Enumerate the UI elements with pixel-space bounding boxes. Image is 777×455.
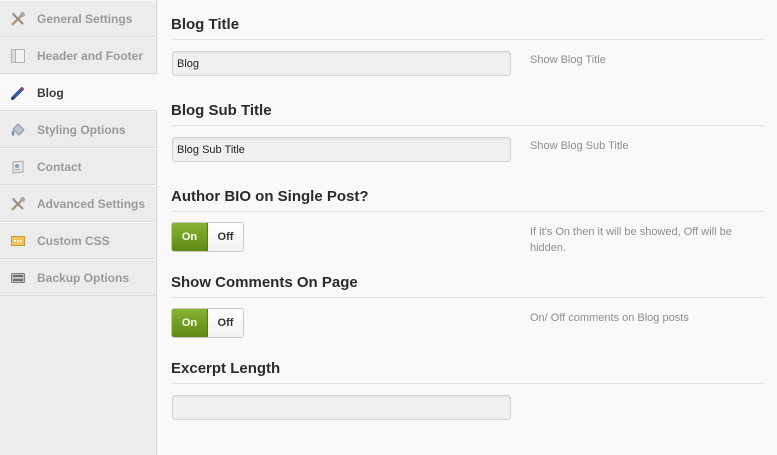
toggle-off-option[interactable]: Off	[208, 309, 243, 337]
settings-sidebar: General Settings Header and Footer Blog …	[0, 0, 157, 455]
sidebar-item-label: Custom CSS	[37, 233, 110, 248]
author-bio-toggle[interactable]: On Off	[171, 222, 244, 252]
css-file-icon	[10, 233, 26, 249]
author-bio-help: If it's On then it will be showed, Off w…	[530, 226, 732, 254]
sidebar-item-label: Advanced Settings	[37, 196, 146, 211]
sidebar-item-custom-css[interactable]: Custom CSS	[0, 222, 156, 259]
settings-content: Blog Title Show Blog Title Blog Sub Titl…	[171, 0, 765, 430]
sidebar-item-label: General Settings	[37, 11, 133, 26]
blog-sub-title-input[interactable]	[172, 137, 511, 162]
drive-icon	[10, 270, 26, 286]
blog-sub-title-row: Show Blog Sub Title	[171, 126, 765, 172]
sidebar-item-styling-options[interactable]: Styling Options	[0, 111, 156, 148]
blog-title-input[interactable]	[172, 51, 511, 76]
pen-icon	[10, 85, 26, 101]
sidebar-item-header-and-footer[interactable]: Header and Footer	[0, 37, 156, 74]
blog-title-help: Show Blog Title	[530, 54, 606, 66]
toggle-on-option[interactable]: On	[172, 309, 208, 337]
paint-bucket-icon	[10, 122, 26, 138]
show-comments-toggle[interactable]: On Off	[171, 308, 244, 338]
toggle-off-option[interactable]: Off	[208, 223, 243, 251]
blog-sub-title-heading: Blog Sub Title	[171, 86, 765, 126]
toggle-on-option[interactable]: On	[172, 223, 208, 251]
blog-title-row: Show Blog Title	[171, 40, 765, 86]
sidebar-item-backup-options[interactable]: Backup Options	[0, 259, 156, 296]
excerpt-length-input[interactable]	[172, 395, 511, 420]
author-bio-heading: Author BIO on Single Post?	[171, 172, 765, 212]
excerpt-length-row	[171, 384, 765, 430]
sidebar-item-label: Styling Options	[37, 122, 126, 137]
blog-title-heading: Blog Title	[171, 0, 765, 40]
sidebar-item-label: Contact	[37, 159, 82, 174]
sidebar-item-blog[interactable]: Blog	[0, 74, 157, 111]
excerpt-length-heading: Excerpt Length	[171, 344, 765, 384]
sidebar-item-label: Header and Footer	[37, 48, 144, 63]
sidebar-item-contact[interactable]: Contact	[0, 148, 156, 185]
sidebar-item-general-settings[interactable]: General Settings	[0, 0, 156, 37]
sidebar-item-advanced-settings[interactable]: Advanced Settings	[0, 185, 156, 222]
contact-card-icon	[10, 159, 26, 175]
tools-icon	[10, 196, 26, 212]
blog-sub-title-help: Show Blog Sub Title	[530, 140, 629, 152]
show-comments-help: On/ Off comments on Blog posts	[530, 312, 689, 324]
sidebar-item-label: Backup Options	[37, 270, 130, 285]
layout-icon	[10, 48, 26, 64]
show-comments-heading: Show Comments On Page	[171, 258, 765, 298]
tools-icon	[10, 11, 26, 27]
sidebar-item-label: Blog	[37, 85, 64, 100]
author-bio-row: On Off If it's On then it will be showed…	[171, 212, 765, 258]
show-comments-row: On Off On/ Off comments on Blog posts	[171, 298, 765, 344]
